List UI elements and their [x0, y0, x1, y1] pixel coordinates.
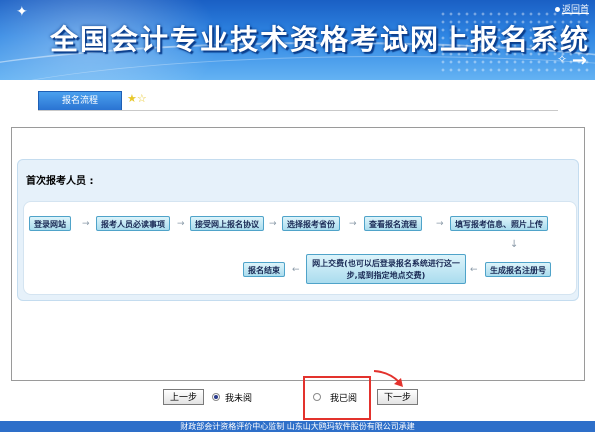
sparkle-icon: ✦ [16, 4, 28, 20]
red-arrow-icon [373, 370, 403, 387]
step-generate-registration-number: 生成报名注册号 [485, 262, 551, 277]
star-icon: ★☆ [127, 92, 147, 105]
arrow-down-icon: ↓ [510, 239, 519, 250]
arrow-right-icon: → [177, 219, 185, 229]
arrow-right-icon: → [349, 219, 357, 229]
next-step-button[interactable]: 下一步 [377, 389, 419, 405]
step-accept-agreement: 接受网上报名协议 [190, 216, 264, 231]
radio-unread[interactable] [212, 393, 220, 401]
arrow-left-icon: ← [292, 265, 300, 275]
footer: 财政部会计资格评价中心监制 山东山大鸥玛软件股份有限公司承建 [0, 421, 595, 432]
step-select-province: 选择报考省份 [282, 216, 340, 231]
tab-divider [38, 110, 558, 111]
site-title: 全国会计专业技术资格考试网上报名系统 [50, 23, 591, 56]
prev-step-button[interactable]: 上一步 [163, 389, 205, 405]
arrow-right-icon: → [82, 219, 90, 229]
radio-unread-label: 我未阅 [225, 394, 253, 404]
highlight-box [303, 376, 371, 420]
arrow-right-icon: → [436, 219, 444, 229]
step-read-notice: 报考人员必读事项 [96, 216, 170, 231]
step-online-payment: 网上交费(也可以后登录报名系统进行这一步,或到指定地点交费) [306, 254, 466, 284]
step-fill-info-upload-photo: 填写报考信息、照片上传 [450, 216, 548, 231]
step-view-process: 查看报名流程 [364, 216, 422, 231]
header-banner: ✦ ✧ → 全国会计专业技术资格考试网上报名系统 返回首 [0, 0, 595, 80]
step-registration-end: 报名结束 [243, 262, 285, 277]
arrow-right-icon: → [269, 219, 277, 229]
return-home-link[interactable]: 返回首 [554, 2, 589, 15]
return-home-label: 返回首 [561, 5, 589, 15]
flow-heading: 首次报考人员 : [26, 176, 94, 187]
arrow-left-icon: ← [470, 265, 478, 275]
step-login-site: 登录网站 [29, 216, 71, 231]
bullet-icon [554, 7, 560, 12]
tab-registration-process[interactable]: 报名流程 [38, 91, 122, 111]
